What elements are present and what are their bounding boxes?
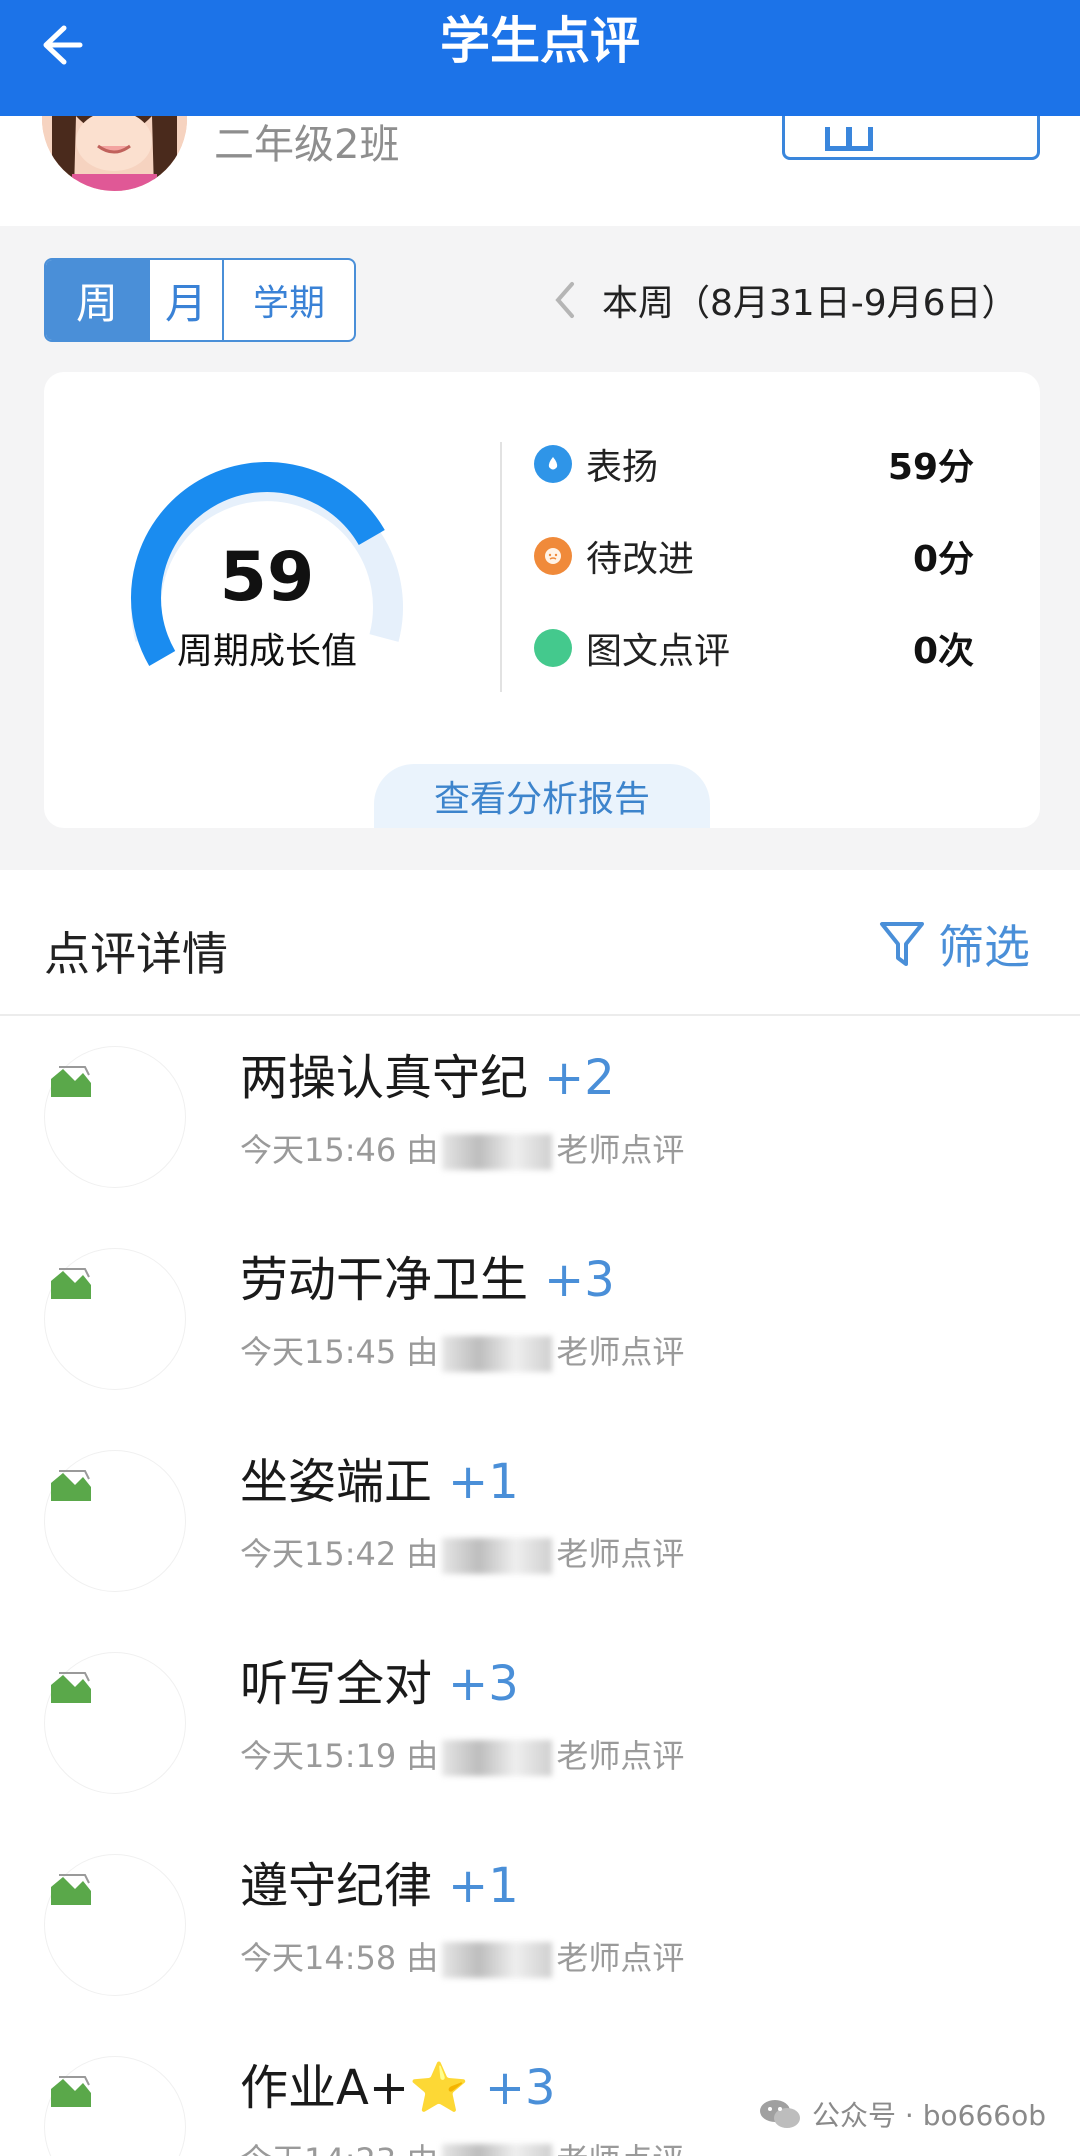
filter-label: 筛选 xyxy=(938,920,1030,974)
tab-week[interactable]: 周 xyxy=(46,260,150,340)
review-title: 听写全对 xyxy=(240,1656,433,1712)
review-title: 坐姿端正 xyxy=(240,1454,433,1510)
filter-icon xyxy=(880,922,924,966)
review-suffix: 老师点评 xyxy=(556,2141,684,2156)
teacher-avatar xyxy=(44,2056,186,2156)
list-item[interactable]: 听写全对 +3 今天15:19 由 老师点评 xyxy=(0,1622,1080,1824)
class-name: 二年级2班 xyxy=(214,122,400,168)
teacher-avatar xyxy=(44,1450,186,1592)
list-item[interactable]: 作业A+⭐ +3 今天14:23 由 老师点评 xyxy=(0,2026,1080,2156)
review-points: +2 xyxy=(544,1050,615,1106)
redacted-teacher-name xyxy=(442,1942,553,1978)
teacher-avatar xyxy=(44,1854,186,1996)
review-time: 今天14:58 由 xyxy=(240,1939,439,1977)
redacted-teacher-name xyxy=(442,1336,553,1372)
stat-photo-review: 图文点评 0次 xyxy=(534,618,974,678)
week-range-label: 本周（8月31日-9月6日） xyxy=(602,283,1018,324)
list-item[interactable]: 坐姿端正 +1 今天15:42 由 老师点评 xyxy=(0,1420,1080,1622)
stat-label: 表扬 xyxy=(586,447,659,488)
review-time: 今天15:45 由 xyxy=(240,1333,439,1371)
wechat-watermark: 公众号 · bo666ob xyxy=(758,2094,1046,2134)
student-avatar xyxy=(42,116,187,191)
stat-improve: 待改进 0分 xyxy=(534,526,974,586)
broken-image-icon xyxy=(51,2076,91,2107)
page-title: 学生点评 xyxy=(440,12,640,70)
teacher-avatar xyxy=(44,1046,186,1188)
review-time: 今天15:46 由 xyxy=(240,1131,439,1169)
tab-semester[interactable]: 学期 xyxy=(224,260,354,340)
redacted-teacher-name xyxy=(442,2144,553,2156)
filter-button[interactable]: 筛选 xyxy=(878,914,1030,974)
review-suffix: 老师点评 xyxy=(556,1535,685,1573)
list-item[interactable]: 劳动干净卫生 +3 今天15:45 由 老师点评 xyxy=(0,1218,1080,1420)
period-segmented-control: 周 月 学期 xyxy=(44,258,356,342)
broken-image-icon xyxy=(51,1672,91,1703)
redacted-teacher-name xyxy=(442,1740,553,1776)
card-divider xyxy=(500,442,502,692)
growth-label: 周期成长值 xyxy=(176,631,357,672)
stat-praise: 表扬 59分 xyxy=(534,434,974,494)
exchange-reward-button[interactable] xyxy=(782,116,1040,160)
stat-value: 0次 xyxy=(912,631,974,672)
stat-label: 待改进 xyxy=(586,539,695,580)
review-points: +3 xyxy=(448,1656,519,1712)
list-item[interactable]: 遵守纪律 +1 今天14:58 由 老师点评 xyxy=(0,1824,1080,2026)
growth-gauge: 59 周期成长值 xyxy=(124,462,410,682)
redacted-teacher-name xyxy=(442,1134,553,1170)
stat-value: 0分 xyxy=(912,539,974,580)
student-profile: 二年级2班 xyxy=(0,116,1080,226)
view-report-button[interactable]: 查看分析报告 xyxy=(374,764,710,828)
review-suffix: 老师点评 xyxy=(556,1737,685,1775)
chevron-left-icon[interactable] xyxy=(552,280,586,320)
teacher-avatar xyxy=(44,1652,186,1794)
review-details-section: 点评详情 筛选 两操认真守纪 +2 今天15:46 由老师点评 劳动干净卫生 +3 … xyxy=(0,870,1080,2156)
improve-icon xyxy=(534,537,572,575)
growth-value: 59 xyxy=(219,538,315,617)
week-navigator: 本周（8月31日-9月6日） xyxy=(552,270,1018,330)
stat-value: 59分 xyxy=(887,447,974,488)
review-points: +1 xyxy=(448,1454,519,1510)
review-title: 作业A+⭐ xyxy=(240,2060,469,2116)
gift-icon xyxy=(825,127,873,151)
stat-label: 图文点评 xyxy=(586,631,731,672)
review-suffix: 老师点评 xyxy=(556,1939,685,1977)
broken-image-icon xyxy=(51,1470,91,1501)
review-points: +1 xyxy=(448,1858,519,1914)
list-item[interactable]: 两操认真守纪 +2 今天15:46 由 老师点评 xyxy=(0,1016,1080,1218)
watermark-text: 公众号 · bo666ob xyxy=(812,2099,1046,2132)
review-time: 今天15:19 由 xyxy=(240,1737,439,1775)
review-list: 两操认真守纪 +2 今天15:46 由老师点评 劳动干净卫生 +3 今天15:45 … xyxy=(0,1016,1080,2156)
review-suffix: 老师点评 xyxy=(556,1131,685,1169)
review-suffix: 老师点评 xyxy=(556,1333,685,1371)
details-title: 点评详情 xyxy=(44,927,228,981)
broken-image-icon xyxy=(51,1268,91,1299)
photo-review-icon xyxy=(534,629,572,667)
broken-image-icon xyxy=(51,1066,91,1097)
review-time: 今天15:42 由 xyxy=(240,1535,439,1573)
teacher-avatar xyxy=(44,1248,186,1390)
tab-month[interactable]: 月 xyxy=(150,260,224,340)
redacted-teacher-name xyxy=(442,1538,553,1574)
review-title: 两操认真守纪 xyxy=(240,1050,529,1106)
review-title: 劳动干净卫生 xyxy=(240,1252,529,1308)
broken-image-icon xyxy=(51,1874,91,1905)
review-points: +3 xyxy=(544,1252,615,1308)
praise-icon xyxy=(534,445,572,483)
details-header: 点评详情 筛选 xyxy=(0,870,1080,1016)
review-points: +3 xyxy=(484,2060,556,2116)
review-time: 今天14:23 由 xyxy=(240,2141,438,2156)
top-app-bar: 学生点评 xyxy=(0,0,1080,116)
review-title: 遵守纪律 xyxy=(240,1858,433,1914)
summary-card: 59 周期成长值 表扬 59分 待改进 0分 图文点评 0次 查看分析报告 xyxy=(44,372,1040,828)
wechat-icon xyxy=(760,2100,801,2128)
